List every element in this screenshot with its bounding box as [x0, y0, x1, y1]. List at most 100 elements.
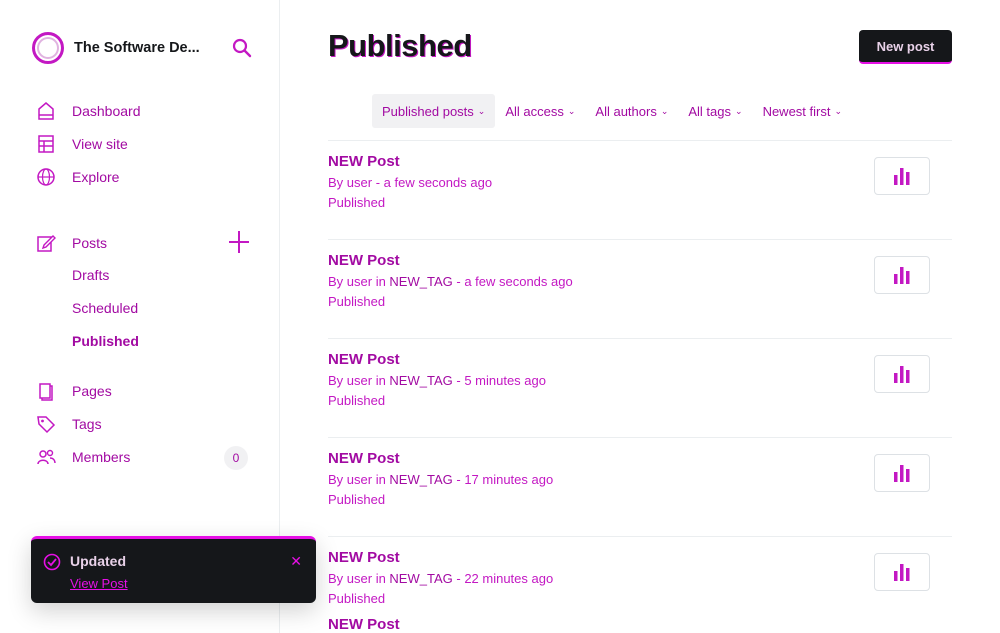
members-icon	[37, 449, 56, 464]
nav-members[interactable]: Members 0	[36, 440, 250, 473]
post-status: Published	[328, 492, 386, 507]
post-status: Published	[328, 393, 386, 408]
filter-type-label: Published posts	[382, 103, 474, 119]
check-circle-icon	[43, 553, 61, 571]
filter-order[interactable]: Newest first ⌄	[753, 94, 852, 128]
post-time: 5 minutes ago	[464, 373, 546, 388]
nav-secondary: Pages Tags Members 0	[36, 374, 250, 473]
stats-icon	[894, 564, 910, 581]
post-author: By user	[328, 175, 373, 190]
filter-access[interactable]: All access ⌄	[495, 94, 585, 128]
filter-tags[interactable]: All tags ⌄	[678, 94, 752, 128]
filter-authors-label: All authors	[595, 103, 657, 119]
stats-icon	[894, 366, 910, 383]
post-status: Published	[328, 195, 386, 210]
post-tag[interactable]: NEW_TAG	[389, 274, 452, 289]
nav-tags[interactable]: Tags	[36, 407, 250, 440]
members-count-badge: 0	[224, 446, 248, 470]
chevron-down-icon: ⌄	[567, 105, 576, 116]
post-stats-button[interactable]	[874, 553, 930, 591]
post-row[interactable]: NEW Post By user in NEW_TAG - a few seco…	[328, 240, 952, 339]
nav-sub-drafts[interactable]: Drafts	[72, 259, 250, 292]
post-stats-button[interactable]	[874, 256, 930, 294]
post-stats-button[interactable]	[874, 355, 930, 393]
post-status: Published	[328, 591, 386, 606]
filter-authors[interactable]: All authors ⌄	[585, 94, 678, 128]
chevron-down-icon: ⌄	[477, 105, 486, 116]
nav-tags-label: Tags	[72, 415, 102, 432]
toast-title: Updated	[70, 553, 126, 569]
chevron-down-icon: ⌄	[834, 105, 843, 116]
nav-pages[interactable]: Pages	[36, 374, 250, 407]
toast-view-post-link[interactable]: View Post	[70, 576, 128, 591]
filter-bar: Published posts ⌄ All access ⌄ All authors…	[372, 94, 952, 128]
new-post-button[interactable]: New post	[859, 30, 952, 64]
stats-icon	[894, 465, 910, 482]
post-meta: By user - a few seconds ago	[328, 175, 493, 190]
brand-logo	[32, 32, 64, 64]
post-time: 17 minutes ago	[464, 472, 554, 487]
posts-icon	[37, 234, 56, 252]
post-meta: By user in NEW_TAG - a few seconds ago	[328, 274, 573, 289]
stats-icon	[894, 168, 910, 185]
post-tag[interactable]: NEW_TAG	[389, 571, 452, 586]
post-title: NEW Post	[328, 252, 400, 269]
post-status: Published	[328, 294, 386, 309]
post-meta: By user in NEW_TAG - 17 minutes ago	[328, 472, 554, 487]
nav-posts-label: Posts	[72, 234, 108, 251]
post-title: NEW Post	[328, 549, 400, 566]
page-title: Published	[328, 28, 472, 63]
search-icon[interactable]	[232, 38, 252, 58]
chevron-down-icon: ⌄	[660, 105, 669, 116]
filter-type[interactable]: Published posts ⌄	[372, 94, 496, 128]
brand[interactable]: The Software De...	[32, 32, 252, 64]
notification-toast: Updated View Post ✕	[31, 536, 316, 603]
plus-icon[interactable]	[228, 230, 250, 254]
post-tag[interactable]: NEW_TAG	[389, 373, 452, 388]
post-tag[interactable]: NEW_TAG	[389, 472, 452, 487]
filter-tags-label: All tags	[688, 103, 732, 119]
post-title: NEW Post	[328, 153, 400, 170]
nav-view-site[interactable]: View site	[36, 127, 250, 160]
post-row[interactable]: NEW Post By user - a few seconds ago Pub…	[328, 141, 952, 240]
home-icon	[38, 101, 54, 120]
post-time: a few seconds ago	[383, 175, 493, 190]
post-meta: By user in NEW_TAG - 22 minutes ago	[328, 571, 554, 586]
pages-icon	[39, 382, 53, 401]
post-author: By user	[328, 571, 373, 586]
post-title: NEW Post	[328, 351, 400, 368]
post-row[interactable]: NEW Post By user in NEW_TAG - 17 minutes…	[328, 438, 952, 537]
post-time: 22 minutes ago	[464, 571, 554, 586]
nav-sub-published[interactable]: Published	[72, 325, 250, 358]
nav-explore-label: Explore	[72, 168, 120, 185]
post-title: NEW Post	[328, 616, 400, 633]
nav-dashboard[interactable]: Dashboard	[36, 94, 250, 127]
sidebar: The Software De... Dashboard View site E…	[0, 0, 316, 633]
nav-posts-group: Posts Drafts Scheduled Published	[36, 226, 250, 358]
post-time: a few seconds ago	[464, 274, 573, 289]
post-author: By user	[328, 472, 373, 487]
post-stats-button[interactable]	[874, 454, 930, 492]
nav-primary: Dashboard View site Explore	[36, 94, 250, 193]
post-title: NEW Post	[328, 450, 400, 467]
nav-posts[interactable]: Posts	[36, 226, 250, 259]
nav-members-label: Members	[72, 448, 131, 465]
globe-icon	[37, 167, 55, 186]
post-row[interactable]: NEW Post	[328, 606, 952, 633]
post-meta: By user in NEW_TAG - 5 minutes ago	[328, 373, 546, 388]
post-stats-button[interactable]	[874, 157, 930, 195]
brand-name: The Software De...	[74, 40, 200, 56]
nav-explore[interactable]: Explore	[36, 160, 250, 193]
post-row[interactable]: NEW Post By user in NEW_TAG - 5 minutes …	[328, 339, 952, 438]
tag-icon	[37, 415, 56, 433]
nav-pages-label: Pages	[72, 382, 112, 399]
stats-icon	[894, 267, 910, 284]
post-author: By user	[328, 274, 373, 289]
filter-access-label: All access	[505, 103, 564, 119]
nav-sub-scheduled[interactable]: Scheduled	[72, 292, 250, 325]
nav-view-site-label: View site	[72, 135, 128, 152]
chevron-down-icon: ⌄	[735, 105, 743, 116]
filter-order-label: Newest first	[762, 103, 831, 119]
nav-dashboard-label: Dashboard	[72, 102, 141, 119]
main-content: Published New post Published posts ⌄ All …	[280, 0, 1000, 633]
